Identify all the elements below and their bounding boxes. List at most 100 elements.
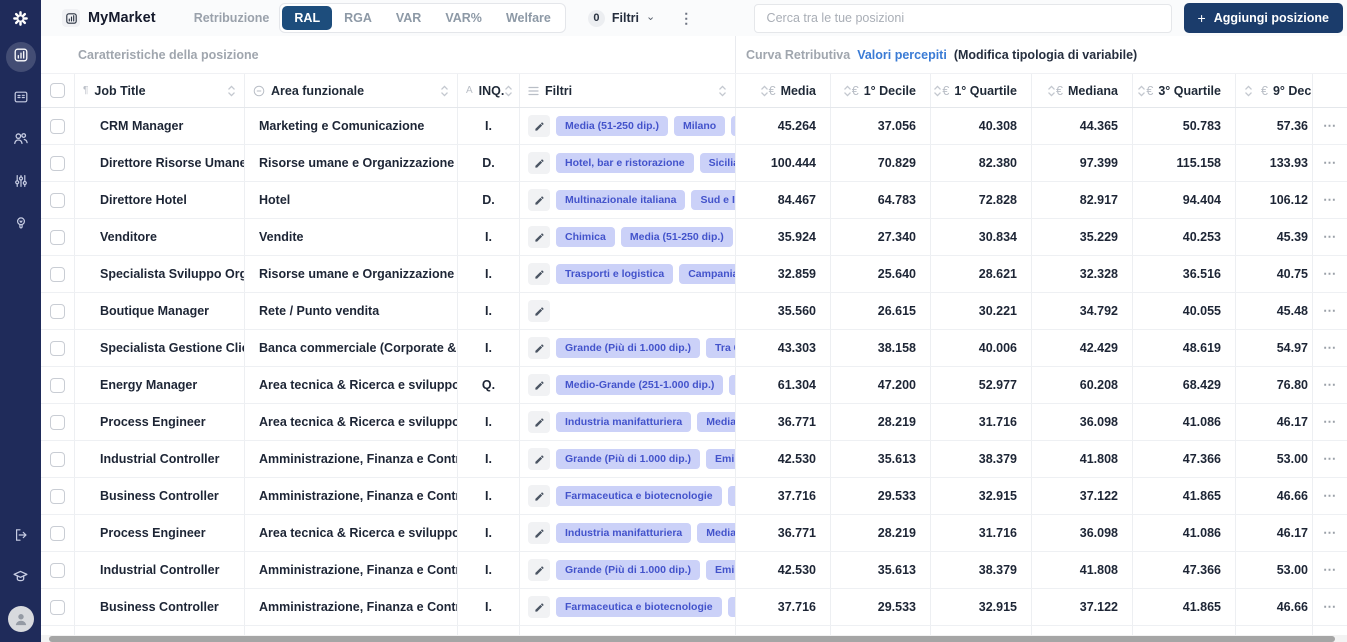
- edit-filters-button[interactable]: [528, 596, 550, 618]
- sidebar-item-reports[interactable]: [6, 84, 36, 114]
- sort-icon[interactable]: [760, 84, 769, 97]
- sidebar-item-academy[interactable]: [6, 564, 36, 594]
- filter-chip[interactable]: Industria manifatturiera: [556, 523, 692, 543]
- user-avatar[interactable]: [7, 606, 34, 632]
- filter-chip[interactable]: Milano: [673, 116, 726, 136]
- row-checkbox[interactable]: [50, 340, 65, 356]
- edit-filters-button[interactable]: [528, 448, 550, 470]
- filter-chip[interactable]: Tra 6 e 10 anni: [706, 338, 735, 358]
- filter-chip[interactable]: Media (51-250 dip.): [620, 227, 733, 247]
- filter-chip[interactable]: Farmaceutica e biotecnologie: [556, 486, 722, 506]
- row-checkbox[interactable]: [50, 562, 65, 578]
- row-menu-button[interactable]: ⋯: [1313, 552, 1347, 588]
- filter-chip[interactable]: Medio-Grande (251-1.000 dip.): [556, 375, 724, 395]
- job-title-cell[interactable]: Specialista Gestione Clientela Retail: [75, 330, 245, 366]
- scrollbar-thumb[interactable]: [49, 635, 1335, 642]
- column-header-job-title[interactable]: ¶ Job Title: [75, 74, 245, 107]
- sort-icon[interactable]: [504, 84, 513, 97]
- tab-ral[interactable]: RAL: [282, 6, 333, 30]
- tab-var[interactable]: VAR: [384, 6, 433, 30]
- edit-filters-button[interactable]: [528, 226, 550, 248]
- row-menu-button[interactable]: ⋯: [1313, 330, 1347, 366]
- search-input[interactable]: [753, 3, 1172, 33]
- edit-filters-button[interactable]: [528, 337, 550, 359]
- filter-chip[interactable]: Emilia-Romagna: [706, 449, 735, 469]
- sort-icon[interactable]: [718, 84, 727, 97]
- filter-chip[interactable]: Sicilia: [699, 153, 735, 173]
- edit-filters-button[interactable]: [528, 189, 550, 211]
- valori-percepiti-link[interactable]: Valori percepiti: [857, 48, 947, 62]
- filter-chip[interactable]: Campania: [679, 264, 735, 284]
- job-title-cell[interactable]: Energy Manager: [75, 367, 245, 403]
- row-checkbox[interactable]: [50, 414, 65, 430]
- tab-welfare[interactable]: Welfare: [494, 6, 563, 30]
- sidebar-item-settings[interactable]: [6, 168, 36, 198]
- filter-chip[interactable]: Industria manifatturiera: [556, 412, 692, 432]
- sort-icon[interactable]: [933, 84, 942, 97]
- app-logo-icon[interactable]: [12, 0, 29, 36]
- edit-filters-button[interactable]: [528, 300, 550, 322]
- job-title-cell[interactable]: CRM Manager: [75, 108, 245, 144]
- column-header-1-decile[interactable]: € 1° Decile: [831, 74, 931, 107]
- column-header-mediana[interactable]: € Mediana: [1032, 74, 1133, 107]
- filters-dropdown[interactable]: 0 Filtri ⌄: [587, 9, 655, 27]
- horizontal-scrollbar[interactable]: [41, 635, 1347, 642]
- row-menu-button[interactable]: ⋯: [1313, 145, 1347, 181]
- sort-icon[interactable]: [843, 84, 852, 97]
- sort-icon[interactable]: [1047, 84, 1056, 97]
- row-checkbox[interactable]: [50, 229, 65, 245]
- job-title-cell[interactable]: Boutique Manager: [75, 293, 245, 329]
- row-menu-button[interactable]: ⋯: [1313, 219, 1347, 255]
- row-checkbox[interactable]: [50, 303, 65, 319]
- select-all-checkbox[interactable]: [50, 83, 65, 98]
- job-title-cell[interactable]: Specialista Sviluppo Organizzativo: [75, 256, 245, 292]
- edit-filters-button[interactable]: [528, 522, 550, 544]
- edit-filters-button[interactable]: [528, 152, 550, 174]
- job-title-cell[interactable]: Industrial Controller: [75, 441, 245, 477]
- job-title-cell[interactable]: Direttore Hotel: [75, 182, 245, 218]
- tab-rga[interactable]: RGA: [332, 6, 384, 30]
- more-options-icon[interactable]: ⋮: [679, 10, 693, 27]
- row-checkbox[interactable]: [50, 377, 65, 393]
- sidebar-item-analytics[interactable]: [5, 42, 36, 72]
- row-checkbox[interactable]: [50, 155, 65, 171]
- column-header-1-quartile[interactable]: € 1° Quartile: [931, 74, 1032, 107]
- job-title-cell[interactable]: Process Engineer: [75, 404, 245, 440]
- filter-chip[interactable]: Media (51-250 dip.): [697, 412, 735, 432]
- filter-chip[interactable]: Farmaceutica e biotecnologie: [556, 597, 722, 617]
- row-checkbox[interactable]: [50, 118, 65, 134]
- filter-chip[interactable]: Grande (Più di 1.000 dip.): [556, 449, 701, 469]
- filter-chip[interactable]: Media (51-250 dip.): [697, 523, 735, 543]
- edit-filters-button[interactable]: [528, 485, 550, 507]
- row-checkbox[interactable]: [50, 451, 65, 467]
- job-title-cell[interactable]: Process Engineer: [75, 515, 245, 551]
- tab-var[interactable]: VAR%: [433, 6, 494, 30]
- filter-chip[interactable]: Più di 10 anni: [729, 375, 735, 395]
- row-menu-button[interactable]: ⋯: [1313, 441, 1347, 477]
- filter-chip[interactable]: Lombardia: [727, 597, 735, 617]
- edit-filters-button[interactable]: [528, 115, 550, 137]
- job-title-cell[interactable]: Business Controller: [75, 589, 245, 625]
- filter-chip[interactable]: Emilia-Romagna: [706, 560, 735, 580]
- add-position-button[interactable]: + Aggiungi posizione: [1183, 3, 1343, 33]
- job-title-cell[interactable]: Industrial Controller: [75, 552, 245, 588]
- filter-chip[interactable]: Media (51-250 dip.): [556, 116, 668, 136]
- sort-icon[interactable]: [1137, 84, 1146, 97]
- column-header-media[interactable]: € Media: [736, 74, 831, 107]
- row-checkbox[interactable]: [50, 525, 65, 541]
- filter-chip[interactable]: Trasporti e logistica: [556, 264, 674, 284]
- filter-chip[interactable]: Multinazionale italiana: [556, 190, 686, 210]
- filter-chip[interactable]: Lombardia: [727, 486, 735, 506]
- edit-filters-button[interactable]: [528, 411, 550, 433]
- row-menu-button[interactable]: ⋯: [1313, 404, 1347, 440]
- column-header-inq[interactable]: A INQ.: [458, 74, 520, 107]
- row-menu-button[interactable]: ⋯: [1313, 256, 1347, 292]
- modify-variable-link[interactable]: (Modifica tipologia di variabile): [954, 48, 1137, 62]
- section-label[interactable]: Retribuzione: [194, 11, 270, 25]
- row-menu-button[interactable]: ⋯: [1313, 182, 1347, 218]
- sort-icon[interactable]: [440, 84, 449, 97]
- column-header-area[interactable]: Area funzionale: [245, 74, 458, 107]
- sort-icon[interactable]: [227, 84, 236, 97]
- column-header-9-decile[interactable]: € 9° Decile: [1236, 74, 1313, 107]
- filter-chip[interactable]: Grande (Più di 1.000 dip.): [556, 338, 701, 358]
